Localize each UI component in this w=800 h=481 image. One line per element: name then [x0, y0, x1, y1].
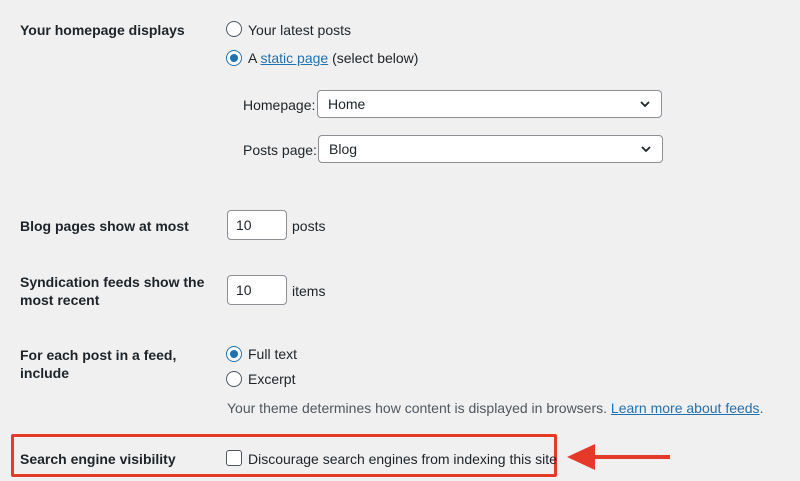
feed-help-suffix: . — [759, 400, 764, 416]
radio-full-text-label: Full text — [248, 346, 298, 362]
static-page-link[interactable]: static page — [260, 50, 328, 66]
static-page-suffix: (select below) — [328, 50, 419, 66]
radio-excerpt[interactable] — [226, 371, 242, 387]
feed-help-prefix: Your theme determines how content is dis… — [227, 400, 611, 416]
posts-page-select[interactable]: Blog — [318, 135, 663, 163]
homepage-displays-label: Your homepage displays — [20, 22, 185, 38]
syndication-label-line2: most recent — [20, 292, 100, 308]
posts-page-select-label: Posts page: — [243, 142, 317, 158]
radio-latest-posts-label: Your latest posts — [248, 22, 351, 38]
homepage-select-label: Homepage: — [243, 97, 316, 113]
chevron-down-icon — [640, 101, 650, 108]
feed-include-label-line1: For each post in a feed, — [20, 347, 177, 363]
posts-page-select-value: Blog — [329, 141, 358, 157]
chevron-down-icon — [641, 146, 651, 153]
radio-full-text[interactable] — [226, 346, 242, 362]
radio-excerpt-label: Excerpt — [248, 371, 296, 387]
homepage-select-value: Home — [328, 96, 366, 112]
arrow-left-icon — [567, 444, 670, 470]
search-visibility-label: Search engine visibility — [20, 451, 176, 467]
blog-pages-label: Blog pages show at most — [20, 218, 189, 234]
discourage-search-label: Discourage search engines from indexing … — [248, 451, 557, 467]
discourage-search-checkbox[interactable] — [226, 450, 242, 466]
radio-latest-posts[interactable] — [226, 21, 242, 37]
radio-static-page-label: A static page (select below) — [248, 49, 418, 67]
learn-more-feeds-link[interactable]: Learn more about feeds — [611, 400, 760, 416]
homepage-select[interactable]: Home — [317, 90, 662, 118]
radio-static-page[interactable] — [226, 50, 242, 66]
settings-page: Your homepage displays Your latest posts… — [0, 0, 800, 481]
static-page-prefix: A — [248, 50, 261, 66]
feed-include-label-line2: include — [20, 365, 70, 381]
blog-pages-input[interactable] — [227, 210, 287, 240]
syndication-input[interactable] — [227, 275, 287, 305]
syndication-unit: items — [292, 283, 326, 299]
blog-pages-unit: posts — [292, 218, 326, 234]
syndication-label-line1: Syndication feeds show the — [20, 274, 205, 290]
feed-help-text: Your theme determines how content is dis… — [227, 400, 763, 416]
